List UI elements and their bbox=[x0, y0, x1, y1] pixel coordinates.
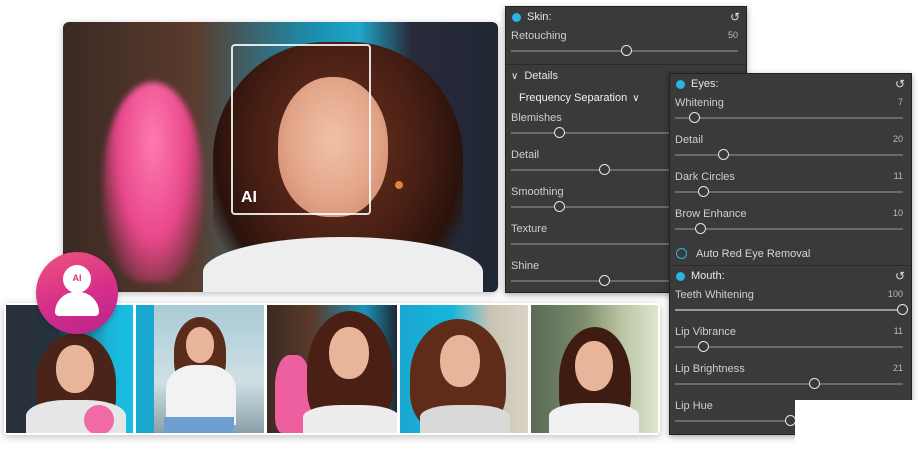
skin-title: Skin: bbox=[527, 11, 552, 23]
slider-label: Blemishes bbox=[511, 112, 562, 124]
chevron-down-icon: ∨ bbox=[511, 70, 519, 82]
thumbnail-5[interactable] bbox=[530, 305, 659, 433]
slider-label: Detail bbox=[511, 149, 540, 161]
slider-dark-circles[interactable]: Dark Circles 11 bbox=[670, 168, 911, 205]
slider-value: 10 bbox=[892, 208, 903, 218]
slider-label: Detail bbox=[675, 134, 704, 146]
slider-lip-vibrance[interactable]: Lip Vibrance 11 bbox=[670, 323, 911, 360]
user-icon: AI bbox=[63, 265, 91, 293]
reset-icon[interactable]: ↺ bbox=[895, 269, 905, 283]
slider-teeth-whitening[interactable]: Teeth Whitening 100 bbox=[670, 286, 911, 323]
slider-lip-brightness[interactable]: Lip Brightness 21 bbox=[670, 360, 911, 397]
slider-handle[interactable] bbox=[621, 45, 632, 56]
slider-label: Teeth Whitening bbox=[675, 289, 754, 301]
slider-eye-detail[interactable]: Detail 20 bbox=[670, 131, 911, 168]
skin-toggle-dot[interactable] bbox=[512, 12, 521, 22]
slider-value: 7 bbox=[897, 97, 903, 107]
ai-user-badge: AI bbox=[36, 252, 118, 334]
details-label: Details bbox=[524, 70, 558, 82]
badge-label: AI bbox=[72, 273, 82, 283]
slider-handle[interactable] bbox=[599, 164, 610, 175]
slider-handle[interactable] bbox=[897, 304, 908, 315]
pink-decoration bbox=[103, 82, 203, 282]
slider-value: 11 bbox=[893, 171, 903, 181]
slider-label: Lip Brightness bbox=[675, 363, 745, 375]
eyes-title: Eyes: bbox=[691, 78, 719, 90]
slider-label: Smoothing bbox=[511, 186, 564, 198]
slider-label: Retouching bbox=[511, 30, 567, 42]
face-detection-frame: AI bbox=[231, 44, 371, 215]
mouth-toggle-dot[interactable] bbox=[676, 271, 685, 281]
slider-handle[interactable] bbox=[689, 112, 700, 123]
mouth-panel-header[interactable]: Mouth: ↺ bbox=[670, 266, 911, 286]
ai-frame-label: AI bbox=[241, 189, 257, 206]
slider-label: Whitening bbox=[675, 97, 724, 109]
reset-icon[interactable]: ↺ bbox=[895, 77, 905, 91]
slider-label: Brow Enhance bbox=[675, 208, 747, 220]
slider-label: Dark Circles bbox=[675, 171, 735, 183]
thumbnail-4[interactable] bbox=[400, 305, 528, 433]
slider-track[interactable] bbox=[675, 346, 903, 348]
slider-value: 21 bbox=[892, 363, 903, 373]
slider-track[interactable] bbox=[675, 117, 903, 119]
checkbox-circle[interactable] bbox=[676, 248, 687, 259]
slider-track[interactable] bbox=[675, 383, 903, 385]
slider-label: Texture bbox=[511, 223, 548, 235]
slider-value: 20 bbox=[892, 134, 903, 144]
slider-label: Shine bbox=[511, 260, 540, 272]
slider-label: Lip Hue bbox=[675, 400, 713, 412]
slider-handle[interactable] bbox=[554, 201, 565, 212]
slider-value: 100 bbox=[887, 289, 903, 299]
mouth-title: Mouth: bbox=[691, 270, 725, 282]
slider-handle[interactable] bbox=[695, 223, 706, 234]
slider-track[interactable] bbox=[675, 228, 903, 230]
checkbox-label: Auto Red Eye Removal bbox=[696, 247, 811, 260]
skin-panel-header[interactable]: Skin: ↺ bbox=[506, 7, 746, 27]
slider-label: Lip Vibrance bbox=[675, 326, 736, 338]
dropdown-value: Frequency Separation bbox=[519, 92, 628, 104]
thumbnail-2[interactable] bbox=[136, 305, 264, 433]
auto-red-eye-checkbox[interactable]: Auto Red Eye Removal bbox=[670, 242, 911, 265]
slider-handle[interactable] bbox=[809, 378, 820, 389]
slider-retouching[interactable]: Retouching 50 bbox=[506, 27, 746, 64]
main-photo: AI bbox=[63, 22, 498, 292]
slider-whitening[interactable]: Whitening 7 bbox=[670, 94, 911, 131]
slider-value: 11 bbox=[893, 326, 903, 336]
user-body-icon bbox=[55, 292, 99, 316]
corner-mask bbox=[795, 400, 918, 451]
slider-track[interactable] bbox=[675, 154, 903, 156]
slider-handle[interactable] bbox=[698, 341, 709, 352]
slider-track[interactable] bbox=[675, 309, 903, 311]
slider-brow-enhance[interactable]: Brow Enhance 10 bbox=[670, 205, 911, 242]
eyes-panel-header[interactable]: Eyes: ↺ bbox=[670, 74, 911, 94]
eyes-toggle-dot[interactable] bbox=[676, 79, 685, 89]
eyes-mouth-panel: Eyes: ↺ Whitening 7 Detail 20 Dark Circl… bbox=[669, 73, 912, 435]
slider-handle[interactable] bbox=[599, 275, 610, 286]
thumbnail-3[interactable] bbox=[266, 305, 398, 433]
slider-handle[interactable] bbox=[718, 149, 729, 160]
slider-track[interactable] bbox=[675, 191, 903, 193]
slider-handle[interactable] bbox=[554, 127, 565, 138]
chevron-down-icon: ∨ bbox=[632, 92, 640, 104]
slider-handle[interactable] bbox=[698, 186, 709, 197]
marker-dot bbox=[395, 181, 403, 189]
reset-icon[interactable]: ↺ bbox=[730, 10, 740, 24]
slider-value: 50 bbox=[727, 30, 738, 40]
